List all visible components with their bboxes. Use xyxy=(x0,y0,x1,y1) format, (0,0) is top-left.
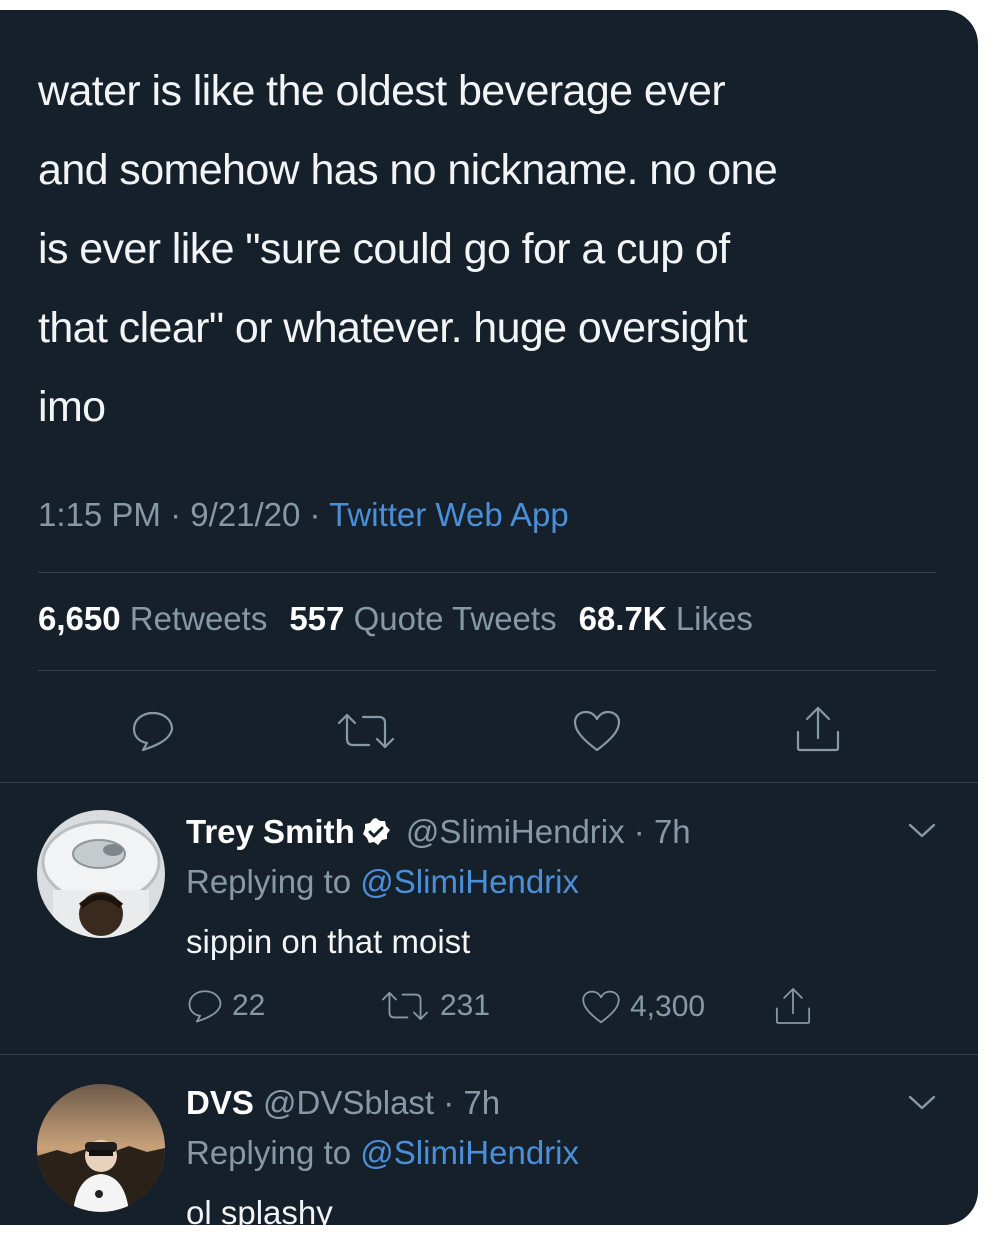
reply-text: ol splashy xyxy=(186,1194,333,1225)
share-upload-icon xyxy=(775,988,811,1024)
reply-author-handle[interactable]: @DVSblast xyxy=(263,1084,434,1121)
like-button[interactable] xyxy=(568,704,626,758)
quote-tweets-label: Quote Tweets xyxy=(353,600,557,637)
reply-age: · 7h xyxy=(443,1084,501,1121)
retweets-stat[interactable]: 6,650 Retweets xyxy=(38,600,267,637)
retweets-label: Retweets xyxy=(129,600,268,637)
avatar-image xyxy=(37,810,165,938)
chevron-down-icon xyxy=(908,1095,936,1110)
like-count: 4,300 xyxy=(630,990,706,1023)
share-upload-icon xyxy=(796,706,840,752)
verified-badge-icon xyxy=(361,817,391,855)
replying-to-label: Replying to xyxy=(186,863,352,900)
tweet-meta: 1:15 PM · 9/21/20 · Twitter Web App xyxy=(38,496,569,534)
avatar-image xyxy=(37,1084,165,1212)
speech-bubble-icon xyxy=(188,990,222,1023)
retweet-button[interactable] xyxy=(330,704,402,758)
reply-count: 22 xyxy=(232,989,266,1022)
divider xyxy=(38,572,936,573)
retweet-count: 231 xyxy=(440,989,491,1022)
retweets-count: 6,650 xyxy=(38,600,121,637)
tweet-time: 1:15 PM xyxy=(38,496,161,533)
quote-tweets-count: 557 xyxy=(289,600,345,637)
reply-text: sippin on that moist xyxy=(186,923,471,960)
reply-share-button[interactable] xyxy=(772,984,814,1028)
more-options-button[interactable] xyxy=(904,1090,940,1119)
reply-like-button[interactable]: 4,300 xyxy=(580,988,705,1026)
replying-to: Replying to @SlimiHendrix xyxy=(186,1134,579,1172)
replying-to-mention[interactable]: @SlimiHendrix xyxy=(360,863,579,900)
tweet-stats: 6,650 Retweets 557 Quote Tweets 68.7K Like… xyxy=(38,600,753,638)
chevron-down-icon xyxy=(908,823,936,838)
reply-reply-button[interactable]: 22 xyxy=(186,988,265,1024)
heart-icon xyxy=(573,710,621,752)
meta-separator: · xyxy=(300,496,330,533)
tweet-date: 9/21/20 xyxy=(190,496,301,533)
avatar[interactable] xyxy=(37,1084,165,1212)
quote-tweets-stat[interactable]: 557 Quote Tweets xyxy=(289,600,556,637)
tweet-source-link[interactable]: Twitter Web App xyxy=(329,496,569,533)
replying-to: Replying to @SlimiHendrix xyxy=(186,863,579,901)
likes-label: Likes xyxy=(675,600,753,637)
speech-bubble-icon xyxy=(132,711,174,752)
replying-to-mention[interactable]: @SlimiHendrix xyxy=(360,1134,579,1171)
replying-to-label: Replying to xyxy=(186,1134,352,1171)
tweet-detail-card: water is like the oldest beverage ever a… xyxy=(0,10,978,1225)
meta-separator: · xyxy=(160,496,191,533)
divider xyxy=(38,670,936,671)
reply-retweet-button[interactable]: 231 xyxy=(378,988,490,1024)
reply-author-name[interactable]: DVS xyxy=(186,1084,254,1121)
heart-icon xyxy=(582,990,620,1024)
likes-count: 68.7K xyxy=(578,600,667,637)
retweet-arrows-icon xyxy=(337,713,395,749)
reply-author-handle[interactable]: @SlimiHendrix xyxy=(406,813,625,850)
avatar[interactable] xyxy=(37,810,165,938)
reply-button[interactable] xyxy=(126,704,180,758)
divider xyxy=(0,782,978,783)
tweet-text: water is like the oldest beverage ever a… xyxy=(38,67,778,431)
divider xyxy=(0,1054,978,1055)
reply-age: · 7h xyxy=(633,813,691,850)
retweet-arrows-icon xyxy=(382,992,428,1020)
reply-author-name[interactable]: Trey Smith xyxy=(186,813,355,850)
likes-stat[interactable]: 68.7K Likes xyxy=(579,600,753,637)
more-options-button[interactable] xyxy=(904,818,940,847)
share-button[interactable] xyxy=(790,700,846,758)
